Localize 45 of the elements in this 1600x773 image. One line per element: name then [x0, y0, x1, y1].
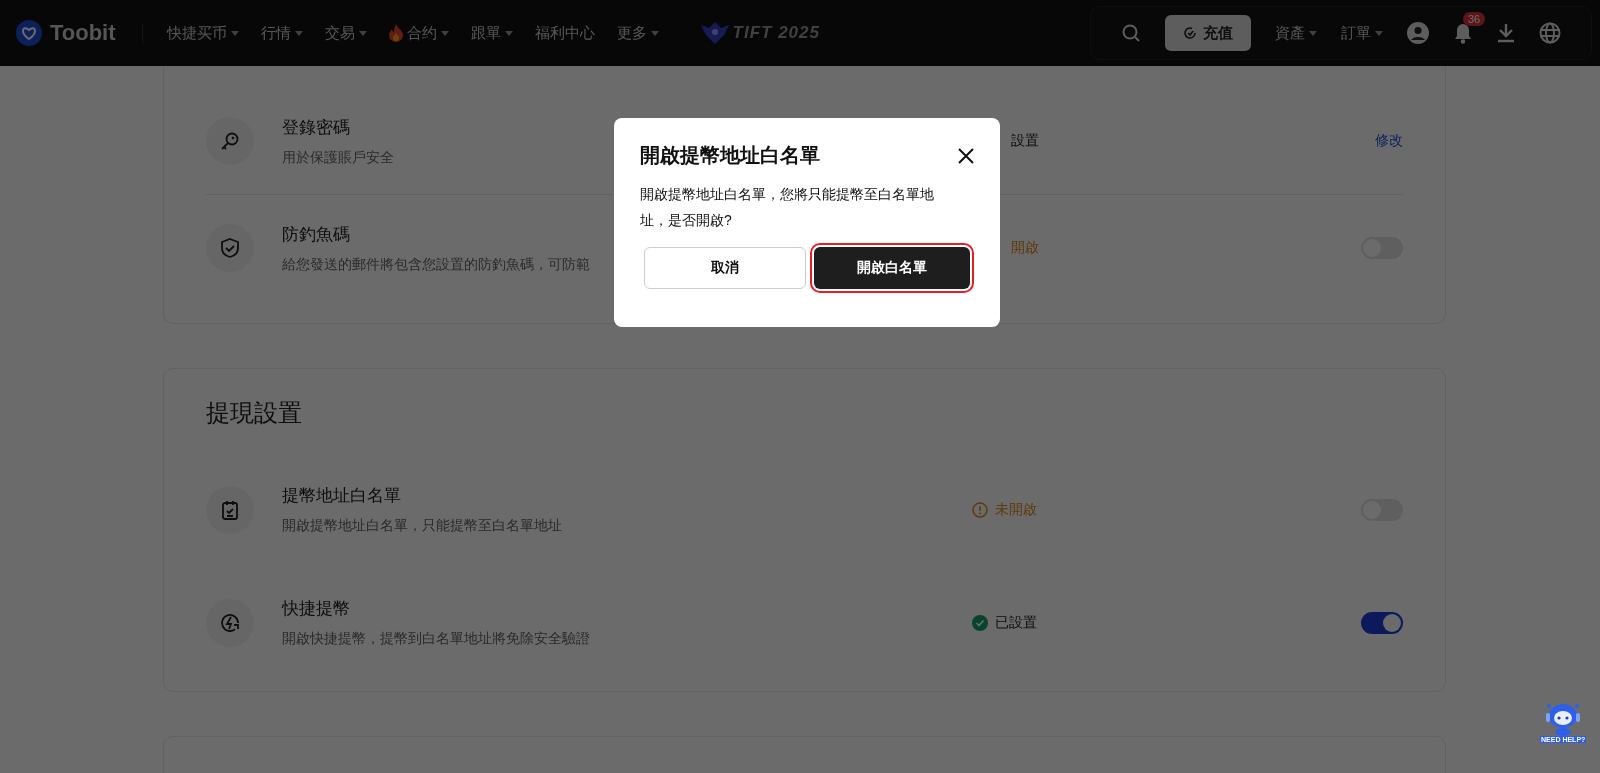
clock-check-icon: [1183, 26, 1197, 40]
row-icon: [206, 117, 254, 165]
setting-description: 開啟快捷提幣，提幣到白名單地址將免除安全驗證: [282, 630, 590, 648]
logo-icon: [16, 20, 42, 46]
setting-description: 用於保護賬戶安全: [282, 148, 394, 167]
nav-item[interactable]: 交易: [324, 23, 367, 43]
event-logo-text[interactable]: TIFT 2025: [732, 23, 820, 43]
dialog-message: 開啟提幣地址白名單，您將只能提幣至白名單地址，是否開啟?: [640, 185, 935, 230]
status-text: 未開啟: [995, 500, 1037, 519]
setting-description: 開啟提幣地址白名單，只能提幣至白名單地址: [282, 517, 562, 535]
setting-description: 給您發送的郵件將包含您設置的防釣魚碼，可防範: [282, 255, 590, 274]
setting-title: 提幣地址白名單: [282, 485, 401, 507]
setting-title: 防釣魚碼: [282, 223, 350, 246]
deposit-button[interactable]: 充值: [1165, 15, 1251, 51]
bell-icon[interactable]: [1453, 22, 1473, 44]
toggle-switch[interactable]: [1361, 611, 1403, 634]
setting-title: 登錄密碼: [282, 116, 350, 139]
nav-item[interactable]: 行情: [260, 23, 303, 43]
close-icon[interactable]: [958, 147, 974, 164]
info-icon: [972, 501, 988, 518]
row-icon: [206, 224, 254, 272]
notification-badge: 36: [1463, 12, 1486, 26]
status-text: 開啟: [1011, 239, 1039, 257]
logo-text[interactable]: Toobit: [50, 20, 116, 46]
setting-title: 快捷提幣: [282, 598, 350, 620]
menu-item[interactable]: 訂單: [1341, 23, 1383, 43]
download-icon[interactable]: [1497, 23, 1515, 43]
nav-item[interactable]: 更多: [616, 23, 659, 43]
nav-item[interactable]: 快捷买币: [166, 23, 239, 43]
nav-item[interactable]: 合约: [388, 23, 449, 43]
status-text: 已設置: [995, 613, 1037, 632]
fire-icon: [388, 24, 403, 42]
check-circle-icon: [972, 614, 988, 631]
emblem-icon: [700, 22, 729, 44]
avatar-icon[interactable]: [1407, 22, 1429, 44]
status-text: 設置: [1011, 132, 1039, 150]
edit-link[interactable]: 修改: [1375, 132, 1403, 150]
menu-item[interactable]: 資產: [1275, 23, 1317, 43]
section-title: 提現設置: [206, 398, 303, 428]
globe-icon[interactable]: [1539, 22, 1561, 44]
dialog-title: 開啟提幣地址白名單: [640, 143, 820, 168]
search-icon[interactable]: [1121, 23, 1141, 43]
cancel-button[interactable]: 取消: [644, 247, 806, 289]
nav-item[interactable]: 跟單: [470, 23, 513, 43]
nav-item[interactable]: 福利中心: [534, 23, 595, 43]
